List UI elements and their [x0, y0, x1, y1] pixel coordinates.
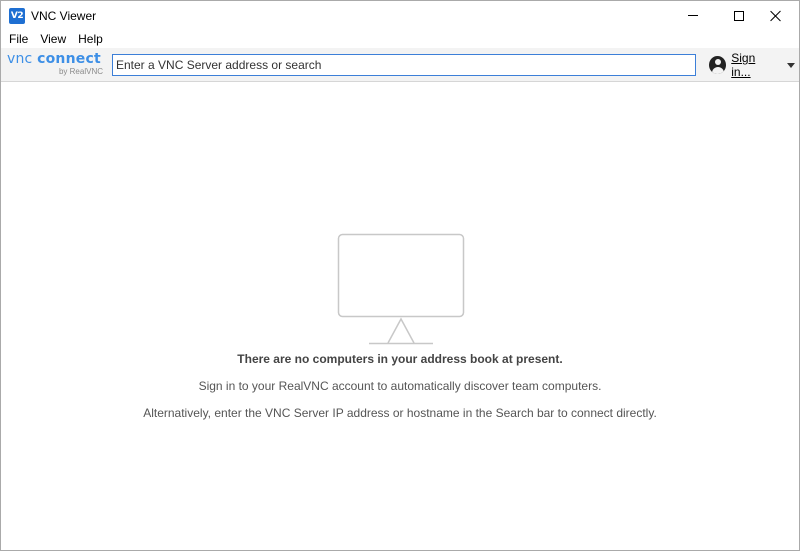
menu-view[interactable]: View — [34, 30, 72, 48]
user-avatar-icon — [709, 56, 727, 74]
logo-wordmark-bold: connect — [37, 51, 101, 67]
maximize-icon — [734, 10, 744, 21]
address-book-empty-state: There are no computers in your address b… — [1, 83, 799, 550]
title-bar: V2 VNC Viewer — [1, 1, 799, 30]
vnc-connect-logo: vnc connect by RealVNC — [7, 51, 105, 79]
minimize-button[interactable] — [670, 1, 716, 30]
vnc-viewer-window: V2 VNC Viewer File View Help vnc connect… — [0, 0, 800, 551]
menu-bar: File View Help — [1, 30, 799, 48]
toolbar: vnc connect by RealVNC Sign in... — [1, 48, 799, 82]
chevron-down-icon[interactable] — [787, 62, 795, 68]
logo-wordmark: vnc connect — [7, 51, 101, 67]
logo-byline: by RealVNC — [58, 67, 103, 76]
logo-wordmark-light: vnc — [7, 51, 38, 67]
search-input[interactable] — [112, 54, 696, 76]
empty-hint-sign-in: Sign in to your RealVNC account to autom… — [198, 379, 602, 393]
close-button[interactable] — [753, 1, 799, 30]
vnc-viewer-app-icon: V2 — [9, 8, 25, 24]
window-title: VNC Viewer — [31, 9, 97, 23]
close-icon — [770, 10, 782, 22]
empty-heading: There are no computers in your address b… — [237, 352, 563, 366]
menu-help[interactable]: Help — [72, 30, 109, 48]
empty-hint-search: Alternatively, enter the VNC Server IP a… — [143, 406, 657, 420]
menu-file[interactable]: File — [3, 30, 34, 48]
monitor-icon — [337, 233, 465, 345]
minimize-icon — [688, 15, 698, 16]
sign-in-button[interactable]: Sign in... — [709, 51, 795, 79]
sign-in-label: Sign in... — [731, 51, 756, 79]
